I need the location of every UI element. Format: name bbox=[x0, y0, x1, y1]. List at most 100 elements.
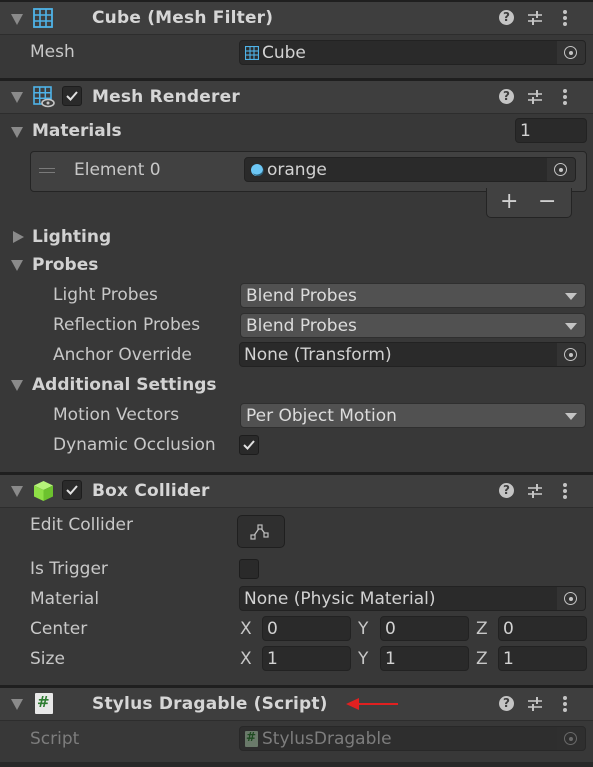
materials-count-value: 1 bbox=[520, 121, 531, 141]
anchor-override-field[interactable]: None (Transform) bbox=[239, 342, 586, 367]
size-z-field[interactable]: 1 bbox=[498, 646, 587, 671]
material-icon bbox=[251, 164, 264, 177]
center-z-value: 0 bbox=[503, 619, 514, 639]
center-label: Center bbox=[30, 619, 88, 639]
object-picker-button[interactable] bbox=[557, 41, 585, 64]
mesh-filter-header[interactable]: Cube (Mesh Filter) ? bbox=[0, 2, 593, 35]
probes-label[interactable]: Probes bbox=[32, 255, 98, 275]
mesh-renderer-header[interactable]: Mesh Renderer ? bbox=[0, 81, 593, 114]
mesh-value: Cube bbox=[262, 43, 306, 63]
lighting-foldout-icon[interactable] bbox=[13, 231, 24, 243]
remove-element-button[interactable]: − bbox=[538, 189, 556, 214]
materials-label[interactable]: Materials bbox=[32, 121, 122, 141]
materials-list: Element 0 orange bbox=[30, 151, 587, 192]
dropdown-arrow-icon bbox=[565, 323, 577, 330]
motion-vectors-dropdown[interactable]: Per Object Motion bbox=[240, 403, 586, 428]
foldout-arrow-icon[interactable] bbox=[11, 14, 23, 25]
materials-count-field[interactable]: 1 bbox=[515, 118, 587, 143]
box-collider-header[interactable]: Box Collider ? bbox=[0, 475, 593, 508]
material-label: Material bbox=[30, 589, 100, 609]
object-picker-button bbox=[557, 727, 585, 750]
object-picker-button[interactable] bbox=[557, 343, 585, 366]
size-x-value: 1 bbox=[267, 649, 278, 669]
box-collider-enabled-checkbox[interactable] bbox=[62, 480, 82, 500]
checkmark-icon bbox=[66, 91, 78, 101]
reflection-probes-dropdown[interactable]: Blend Probes bbox=[240, 313, 586, 338]
material-value: orange bbox=[267, 160, 327, 180]
additional-settings-label[interactable]: Additional Settings bbox=[32, 375, 217, 395]
materials-foldout-icon[interactable] bbox=[11, 127, 23, 138]
stylus-dragable-header[interactable]: # Stylus Dragable (Script) ? bbox=[0, 688, 593, 721]
mesh-renderer-enabled-checkbox[interactable] bbox=[62, 86, 82, 106]
size-z-label[interactable]: Z bbox=[476, 649, 488, 669]
light-probes-dropdown[interactable]: Blend Probes bbox=[240, 283, 586, 308]
checkmark-icon bbox=[243, 440, 255, 450]
script-field: # StylusDragable bbox=[239, 726, 586, 751]
dropdown-arrow-icon bbox=[565, 413, 577, 420]
mesh-field[interactable]: Cube bbox=[239, 40, 586, 65]
edit-collider-button[interactable] bbox=[237, 515, 285, 548]
is-trigger-checkbox[interactable] bbox=[239, 559, 259, 579]
component-title: Box Collider bbox=[92, 481, 210, 501]
mesh-renderer-icon bbox=[33, 86, 55, 108]
foldout-arrow-icon[interactable] bbox=[11, 92, 23, 103]
add-element-button[interactable]: + bbox=[500, 189, 518, 214]
context-menu-icon[interactable] bbox=[563, 483, 567, 501]
element-label: Element 0 bbox=[74, 160, 161, 180]
presets-icon[interactable] bbox=[527, 483, 543, 499]
edit-collider-label: Edit Collider bbox=[30, 515, 134, 535]
mesh-filter-icon bbox=[33, 8, 53, 28]
center-y-label[interactable]: Y bbox=[358, 619, 368, 639]
dynamic-occlusion-label: Dynamic Occlusion bbox=[53, 435, 216, 455]
presets-icon[interactable] bbox=[527, 10, 543, 26]
box-collider-icon bbox=[34, 481, 53, 501]
size-x-field[interactable]: 1 bbox=[262, 646, 351, 671]
size-x-label[interactable]: X bbox=[240, 649, 252, 669]
component-title: Stylus Dragable (Script) bbox=[92, 694, 328, 714]
context-menu-icon[interactable] bbox=[563, 89, 567, 107]
bottom-border bbox=[0, 762, 593, 767]
script-label: Script bbox=[30, 729, 80, 749]
help-icon[interactable]: ? bbox=[499, 696, 514, 711]
drag-handle-icon[interactable] bbox=[39, 168, 55, 173]
light-probes-value: Blend Probes bbox=[246, 286, 357, 306]
dropdown-arrow-icon bbox=[565, 293, 577, 300]
center-y-value: 0 bbox=[385, 619, 396, 639]
lighting-label[interactable]: Lighting bbox=[32, 227, 111, 247]
size-y-value: 1 bbox=[385, 649, 396, 669]
material-field[interactable]: orange bbox=[244, 157, 576, 182]
reflection-probes-value: Blend Probes bbox=[246, 316, 357, 336]
center-x-value: 0 bbox=[267, 619, 278, 639]
script-icon: # bbox=[245, 730, 258, 747]
reflection-probes-label: Reflection Probes bbox=[53, 315, 201, 335]
center-x-label[interactable]: X bbox=[240, 619, 252, 639]
component-title: Cube (Mesh Filter) bbox=[92, 8, 274, 28]
dynamic-occlusion-checkbox[interactable] bbox=[239, 435, 259, 455]
center-x-field[interactable]: 0 bbox=[262, 616, 351, 641]
help-icon[interactable]: ? bbox=[499, 483, 514, 498]
light-probes-label: Light Probes bbox=[53, 285, 158, 305]
foldout-arrow-icon[interactable] bbox=[11, 699, 23, 710]
presets-icon[interactable] bbox=[527, 696, 543, 712]
size-y-field[interactable]: 1 bbox=[380, 646, 469, 671]
annotation-arrow-icon bbox=[346, 698, 398, 710]
help-icon[interactable]: ? bbox=[499, 89, 514, 104]
context-menu-icon[interactable] bbox=[563, 696, 567, 714]
presets-icon[interactable] bbox=[527, 89, 543, 105]
script-value: StylusDragable bbox=[262, 729, 392, 749]
object-picker-button[interactable] bbox=[547, 158, 575, 181]
center-z-label[interactable]: Z bbox=[476, 619, 488, 639]
probes-foldout-icon[interactable] bbox=[11, 260, 23, 271]
size-label: Size bbox=[30, 649, 65, 669]
size-y-label[interactable]: Y bbox=[358, 649, 368, 669]
physic-material-field[interactable]: None (Physic Material) bbox=[239, 586, 586, 611]
mesh-label: Mesh bbox=[30, 42, 75, 62]
object-picker-button[interactable] bbox=[557, 587, 585, 610]
motion-vectors-label: Motion Vectors bbox=[53, 405, 180, 425]
help-icon[interactable]: ? bbox=[499, 10, 514, 25]
center-z-field[interactable]: 0 bbox=[498, 616, 587, 641]
context-menu-icon[interactable] bbox=[563, 10, 567, 28]
additional-settings-foldout-icon[interactable] bbox=[11, 380, 23, 391]
foldout-arrow-icon[interactable] bbox=[11, 486, 23, 497]
center-y-field[interactable]: 0 bbox=[380, 616, 469, 641]
